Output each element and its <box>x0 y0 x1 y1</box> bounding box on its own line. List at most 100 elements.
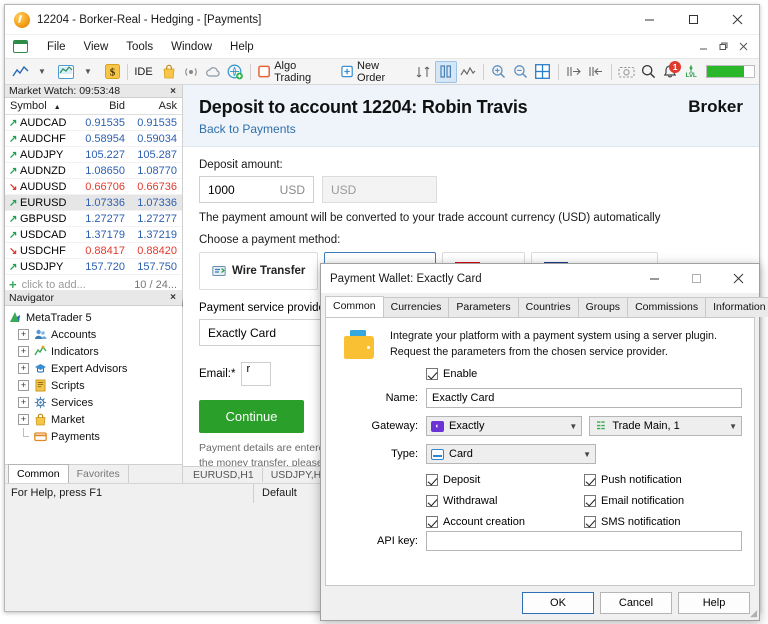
checkbox-withdrawal[interactable]: Withdrawal <box>426 495 584 508</box>
new-order-button[interactable]: New Order <box>338 60 413 84</box>
tile-windows-icon[interactable] <box>532 61 554 83</box>
sidebar-item-expert-advisors[interactable]: + Expert Advisors <box>8 360 182 377</box>
notifications-button[interactable]: 1 <box>660 60 682 83</box>
chart-style-icon[interactable] <box>457 61 479 83</box>
autoscroll-icon[interactable] <box>413 61 435 83</box>
level-indicator-icon[interactable]: LVL <box>680 61 702 83</box>
menu-window[interactable]: Window <box>162 38 221 56</box>
enable-checkbox[interactable]: Enable <box>426 368 477 381</box>
close-button[interactable] <box>715 5 759 35</box>
step-forward-icon[interactable] <box>563 61 585 83</box>
step-back-icon[interactable] <box>585 61 607 83</box>
tab-common[interactable]: Common <box>8 464 69 483</box>
api-key-input[interactable] <box>426 531 742 551</box>
table-row[interactable]: ↗ GBPUSD 1.27277 1.27277 <box>5 210 182 227</box>
table-row[interactable]: ↗ USDJPY 157.720 157.750 <box>5 258 182 275</box>
chart-shift-icon[interactable] <box>434 60 457 83</box>
column-header-symbol[interactable]: Symbol ▲ <box>5 98 80 115</box>
chart-line-dropdown-icon[interactable]: ▼ <box>31 61 53 83</box>
checkbox-account-creation[interactable]: Account creation <box>426 516 584 529</box>
dialog-tab-information[interactable]: Information <box>705 297 768 317</box>
zoom-in-icon[interactable] <box>488 61 510 83</box>
checkbox-deposit[interactable]: Deposit <box>426 474 584 487</box>
dialog-minimize-button[interactable] <box>633 264 675 293</box>
column-header-ask[interactable]: Ask <box>130 98 182 115</box>
gateway-select[interactable]: ◐ Exactly ▼ <box>426 416 583 437</box>
cancel-button[interactable]: Cancel <box>600 592 672 614</box>
dialog-tab-currencies[interactable]: Currencies <box>382 297 450 317</box>
zoom-out-icon[interactable] <box>510 61 532 83</box>
vps-add-icon[interactable] <box>224 61 246 83</box>
mdi-restore-button[interactable] <box>713 38 733 56</box>
market-bag-icon[interactable] <box>158 61 180 83</box>
type-select[interactable]: Card ▼ <box>426 444 596 465</box>
expand-icon[interactable]: + <box>18 380 29 391</box>
mdi-minimize-button[interactable] <box>693 38 713 56</box>
table-row[interactable]: ↘ USDCHF 0.88417 0.88420 <box>5 242 182 259</box>
email-input[interactable]: r <box>241 362 272 386</box>
table-row[interactable]: ↗ USDCAD 1.37179 1.37219 <box>5 226 182 243</box>
currency-input[interactable]: USD <box>322 176 437 203</box>
minimize-button[interactable] <box>627 5 671 35</box>
ok-button[interactable]: OK <box>522 592 594 614</box>
dollar-icon[interactable]: $ <box>101 61 123 83</box>
cloud-icon[interactable] <box>202 61 224 83</box>
help-button[interactable]: Help <box>678 592 750 614</box>
dialog-tab-common[interactable]: Common <box>325 296 384 317</box>
tree-root-metatrader[interactable]: MetaTrader 5 <box>8 309 182 326</box>
market-watch-close-icon[interactable]: × <box>168 86 178 97</box>
expand-icon[interactable]: + <box>18 346 29 357</box>
tab-favorites[interactable]: Favorites <box>69 465 129 483</box>
table-row[interactable]: ↗ AUDNZD 1.08650 1.08770 <box>5 162 182 179</box>
menu-view[interactable]: View <box>75 38 118 56</box>
table-row[interactable]: ↗ AUDJPY 105.227 105.287 <box>5 146 182 163</box>
table-row[interactable]: ↘ AUDUSD 0.66706 0.66736 <box>5 178 182 195</box>
deposit-amount-input[interactable]: 1000 USD <box>199 176 314 203</box>
screenshot-icon[interactable] <box>616 61 638 83</box>
name-input[interactable]: Exactly Card <box>426 388 742 409</box>
psp-input[interactable]: Exactly Card <box>199 319 327 346</box>
chart-line-icon[interactable] <box>9 61 31 83</box>
maximize-button[interactable] <box>671 5 715 35</box>
checkbox-push-notification[interactable]: Push notification <box>584 474 742 487</box>
menu-file[interactable]: File <box>38 38 75 56</box>
expand-icon[interactable]: + <box>18 414 29 425</box>
checkbox-email-notification[interactable]: Email notification <box>584 495 742 508</box>
expand-icon[interactable]: + <box>18 363 29 374</box>
expand-icon[interactable]: + <box>18 329 29 340</box>
sidebar-item-indicators[interactable]: + Indicators <box>8 343 182 360</box>
dialog-tab-countries[interactable]: Countries <box>517 297 579 317</box>
table-row[interactable]: ↗ EURUSD 1.07336 1.07336 <box>5 194 182 211</box>
dialog-maximize-button[interactable] <box>675 264 717 293</box>
chart-tab-eurusd[interactable]: EURUSD,H1 <box>185 468 263 482</box>
ide-button[interactable]: IDE <box>132 61 158 83</box>
sidebar-item-accounts[interactable]: + Accounts <box>8 326 182 343</box>
dialog-tab-groups[interactable]: Groups <box>577 297 629 317</box>
method-wire-transfer[interactable]: Wire Transfer <box>199 252 319 290</box>
sidebar-item-services[interactable]: + Services <box>8 394 182 411</box>
sidebar-item-market[interactable]: + Market <box>8 411 182 428</box>
algo-trading-button[interactable]: Algo Trading <box>255 60 338 84</box>
dialog-tab-commissions[interactable]: Commissions <box>627 297 707 317</box>
continue-button[interactable]: Continue <box>199 400 304 433</box>
search-icon[interactable] <box>638 61 660 83</box>
back-to-payments-link[interactable]: Back to Payments <box>199 122 743 136</box>
sidebar-item-payments[interactable]: Payments <box>8 428 182 445</box>
column-header-bid[interactable]: Bid <box>80 98 130 115</box>
sidebar-item-scripts[interactable]: + Scripts <box>8 377 182 394</box>
dialog-close-button[interactable] <box>717 264 759 293</box>
chart-template-dropdown-icon[interactable]: ▼ <box>77 61 99 83</box>
navigator-close-icon[interactable]: × <box>168 292 178 303</box>
table-row[interactable]: ↗ AUDCHF 0.58954 0.59034 <box>5 130 182 147</box>
checkbox-sms-notification[interactable]: SMS notification <box>584 516 742 529</box>
expand-icon[interactable]: + <box>18 397 29 408</box>
mdi-close-button[interactable] <box>733 38 753 56</box>
signals-icon[interactable] <box>180 61 202 83</box>
table-row[interactable]: ↗ AUDCAD 0.91535 0.91535 <box>5 114 182 131</box>
dialog-tab-parameters[interactable]: Parameters <box>448 297 519 317</box>
server-select[interactable]: ☷ Trade Main, 1 ▼ <box>589 416 742 437</box>
menu-help[interactable]: Help <box>221 38 263 56</box>
menu-tools[interactable]: Tools <box>117 38 162 56</box>
resize-grip-icon[interactable]: ◢ <box>750 608 757 619</box>
chart-template-icon[interactable] <box>55 61 77 83</box>
